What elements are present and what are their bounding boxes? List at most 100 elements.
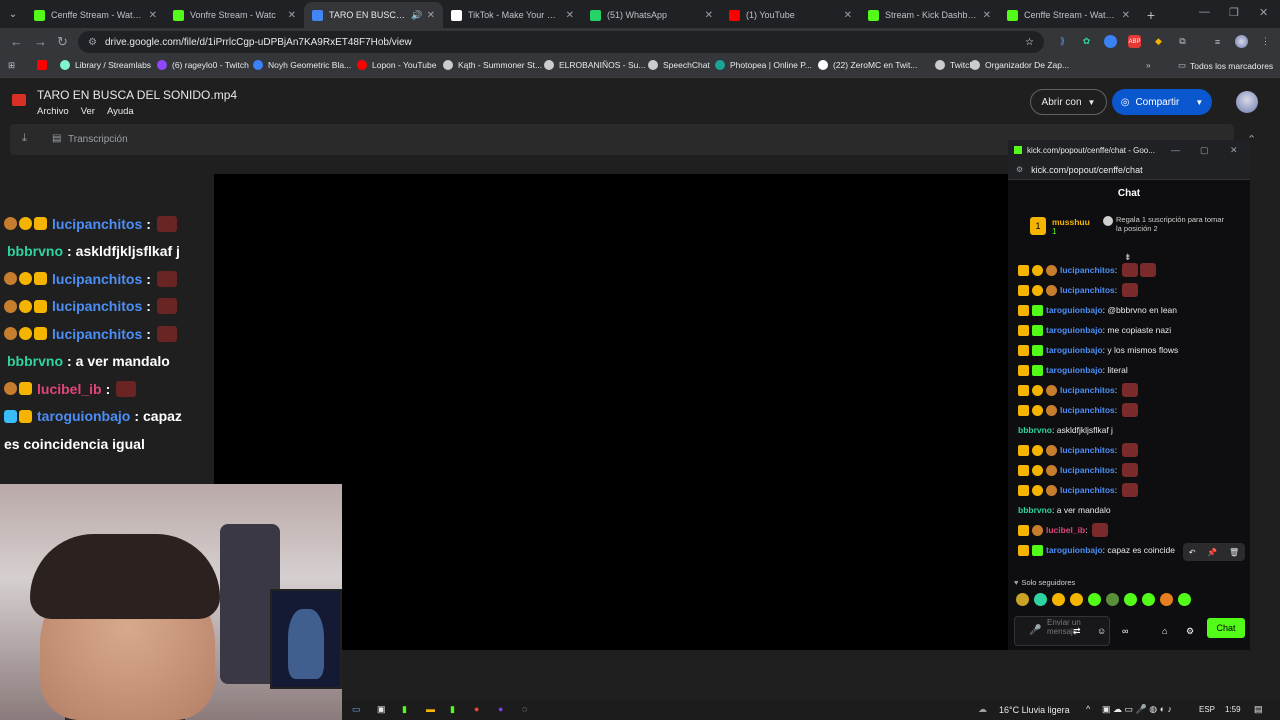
close-window-icon[interactable]: ✕ [1259, 6, 1268, 19]
chat-username[interactable]: lucibel_ib [1046, 525, 1085, 535]
chat-username[interactable]: taroguionbajo [1046, 365, 1103, 375]
tab-close-icon[interactable]: ✕ [1122, 10, 1130, 21]
chrome-menu-icon[interactable]: ⋮ [1259, 35, 1272, 48]
reload-icon[interactable]: ↻ [57, 34, 68, 50]
emote-picker-item[interactable] [1106, 593, 1119, 606]
bookmark-item[interactable]: Twitch [935, 60, 974, 70]
browser-tab[interactable]: Vonfre Stream - Watc ✕ [165, 2, 304, 28]
tab-search-icon[interactable]: ⌄ [0, 0, 26, 28]
chat-username[interactable]: taroguionbajo [1046, 545, 1103, 555]
browser-tab[interactable]: Cenffe Stream - Watch Liv ✕ [999, 2, 1138, 28]
taskbar-app-icon[interactable]: ▮ [402, 704, 407, 715]
chat-message[interactable]: bbbrvno: askldfjkljsflkaf j [1008, 420, 1250, 440]
site-info-icon[interactable]: ⚙ [88, 37, 97, 48]
chat-message[interactable]: lucipanchitos: [1008, 280, 1250, 300]
apps-grid-icon[interactable]: ⊞ [8, 60, 15, 71]
chat-username[interactable]: lucipanchitos [1060, 485, 1115, 495]
all-bookmarks[interactable]: ▭ Todos los marcadores [1178, 60, 1273, 71]
link-icon[interactable]: ∞ [1122, 626, 1128, 636]
settings-icon[interactable]: ⚙ [1186, 626, 1194, 637]
forward-icon[interactable]: → [34, 34, 47, 49]
transcription-label[interactable]: Transcripción [68, 134, 128, 145]
browser-tab[interactable]: Stream - Kick Dashboard ✕ [860, 2, 999, 28]
download-icon[interactable]: ⤓ [22, 132, 27, 145]
send-chat-button[interactable]: Chat [1207, 618, 1245, 638]
taskbar-obs-icon[interactable]: ◌ [522, 704, 527, 714]
more-bookmarks-icon[interactable]: » [1146, 60, 1151, 70]
tab-close-icon[interactable]: ✕ [983, 10, 991, 21]
bookmark-item[interactable]: (6) rageylo0 - Twitch [157, 60, 249, 70]
bookmark-item[interactable]: Lopon - YouTube [357, 60, 436, 70]
taskbar-kick-icon[interactable]: ▮ [450, 704, 455, 715]
tab-close-icon[interactable]: ✕ [844, 10, 852, 21]
chat-username[interactable]: lucipanchitos [1060, 265, 1115, 275]
taskbar-chrome-icon[interactable]: ● [474, 704, 479, 714]
delete-icon[interactable]: 🗑 [1229, 548, 1239, 557]
emote-picker-item[interactable] [1016, 593, 1029, 606]
popout-close-icon[interactable]: ✕ [1230, 145, 1238, 156]
emote-picker-item[interactable] [1034, 593, 1047, 606]
message-input[interactable]: 🎤 Enviar un mensaje ⇄ ☺ [1014, 616, 1110, 646]
clock[interactable]: 1:59 [1225, 705, 1241, 714]
tab-close-icon[interactable]: ✕ [566, 10, 574, 21]
translate-extension-icon[interactable]: ⟫ [1056, 35, 1069, 48]
drive-account-avatar[interactable] [1236, 91, 1258, 113]
weather-text[interactable]: 16°C Lluvia ligera [999, 705, 1070, 715]
bookmark-item[interactable]: SpeechChat [648, 60, 710, 70]
menu-ayuda[interactable]: Ayuda [107, 106, 134, 117]
browser-tab[interactable]: (51) WhatsApp ✕ [582, 2, 721, 28]
mic-icon[interactable]: 🎤 [1029, 625, 1041, 636]
chat-username[interactable]: taroguionbajo [1046, 305, 1103, 315]
browser-tab[interactable]: TikTok - Make Your Day ✕ [443, 2, 582, 28]
emote-picker-item[interactable] [1124, 593, 1137, 606]
chat-username[interactable]: taroguionbajo [1046, 325, 1103, 335]
bookmark-star-icon[interactable]: ☆ [1025, 37, 1034, 48]
language-indicator[interactable]: ESP [1199, 705, 1215, 714]
stream-extension-icon[interactable]: ✿ [1080, 35, 1093, 48]
adblock-extension-icon[interactable]: ABP [1128, 35, 1141, 48]
emote-picker-item[interactable] [1088, 593, 1101, 606]
open-with-button[interactable]: Abrir con ▼ [1030, 89, 1107, 115]
bookmark-item[interactable]: Organizador De Zap... [970, 60, 1069, 70]
menu-ver[interactable]: Ver [81, 106, 95, 117]
emoji-icon[interactable]: ☺ [1097, 626, 1106, 636]
bookmark-item[interactable]: (22) ZeroMC en Twit... [818, 60, 917, 70]
bookmark-item[interactable]: Photopea | Online P... [715, 60, 812, 70]
chat-message[interactable]: lucipanchitos: [1008, 440, 1250, 460]
popout-site-info-icon[interactable]: ⚙ [1016, 165, 1023, 174]
chat-username[interactable]: lucipanchitos [1060, 465, 1115, 475]
chat-message[interactable]: lucipanchitos: [1008, 380, 1250, 400]
taskbar-keyboard-icon[interactable]: ▭ [352, 704, 361, 715]
bookmark-item[interactable]: ELROBANIÑOS - Su... [544, 60, 645, 70]
store-icon[interactable]: ⌂ [1162, 626, 1167, 636]
taskbar-terminal-icon[interactable]: ▣ [377, 704, 386, 715]
emote-picker-item[interactable] [1160, 593, 1173, 606]
chat-message[interactable]: taroguionbajo: y los mismos flows [1008, 340, 1250, 360]
minimize-icon[interactable]: — [1199, 6, 1210, 18]
browser-tab[interactable]: Cenffe Stream - Watch Liv ✕ [26, 2, 165, 28]
speaker-icon[interactable]: 🔊 [411, 10, 422, 21]
chat-message[interactable]: lucipanchitos: [1008, 480, 1250, 500]
chat-message[interactable]: lucibel_ib: [1008, 520, 1250, 540]
profile-avatar[interactable] [1235, 35, 1248, 48]
new-tab-button[interactable]: + [1138, 2, 1164, 28]
menu-archivo[interactable]: Archivo [37, 106, 69, 117]
color-extension-icon[interactable]: ◆ [1152, 35, 1165, 48]
chat-message[interactable]: bbbrvno: a ver mandalo [1008, 500, 1250, 520]
reply-icon[interactable]: ↶ [1189, 548, 1196, 557]
browser-tab[interactable]: (1) YouTube ✕ [721, 2, 860, 28]
chat-username[interactable]: bbbrvno [1018, 505, 1052, 515]
tab-close-icon[interactable]: ✕ [705, 10, 713, 21]
address-bar[interactable]: ⚙ drive.google.com/file/d/1iPrrlcCgp-uDP… [78, 31, 1044, 53]
bookmark-item[interactable]: Library / Streamlabs [60, 60, 151, 70]
extensions-icon[interactable]: ⧉ [1176, 35, 1189, 48]
tab-close-icon[interactable]: ✕ [288, 10, 296, 21]
share-dropdown-icon[interactable]: ▼ [1195, 98, 1203, 107]
chat-message[interactable]: lucipanchitos: [1008, 460, 1250, 480]
bookmark-item[interactable]: Noyh Geometric Bla... [253, 60, 351, 70]
bookmark-youtube-icon[interactable] [37, 60, 52, 70]
chat-message[interactable]: lucipanchitos: [1008, 400, 1250, 420]
emote-picker-item[interactable] [1070, 593, 1083, 606]
chat-username[interactable]: lucipanchitos [1060, 445, 1115, 455]
emote-picker-item[interactable] [1178, 593, 1191, 606]
